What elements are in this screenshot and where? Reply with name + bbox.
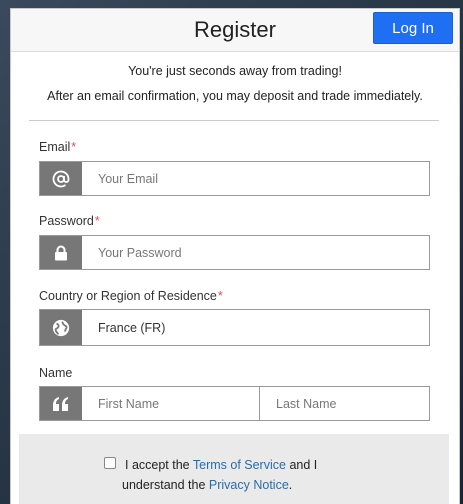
terms-prefix: I accept the xyxy=(125,458,190,472)
terms-panel: I accept the Terms of Service and I unde… xyxy=(19,434,449,504)
required-marker: * xyxy=(94,214,100,228)
name-label-text: Name xyxy=(39,366,73,380)
country-label: Country or Region of Residence* xyxy=(39,289,223,303)
quote-icon xyxy=(40,387,82,420)
accept-terms-checkbox[interactable] xyxy=(104,457,116,469)
country-select-value[interactable]: France (FR) xyxy=(82,310,429,345)
country-field-group[interactable]: France (FR) xyxy=(39,309,430,346)
terms-of-service-link[interactable]: Terms of Service xyxy=(193,458,286,472)
at-icon xyxy=(40,162,82,195)
email-label-text: Email xyxy=(39,140,71,154)
password-label: Password* xyxy=(39,214,100,228)
password-field-group xyxy=(39,235,430,270)
terms-suffix: . xyxy=(288,478,293,492)
password-label-text: Password xyxy=(39,214,94,228)
last-name-input[interactable] xyxy=(259,387,437,420)
name-field-group xyxy=(39,386,437,421)
dialog-header: Register Log In xyxy=(11,9,459,52)
intro-line-2: After an email confirmation, you may dep… xyxy=(47,89,423,103)
privacy-notice-link[interactable]: Privacy Notice xyxy=(209,478,289,492)
first-name-input[interactable] xyxy=(82,387,259,420)
email-input[interactable] xyxy=(82,162,429,195)
login-button[interactable]: Log In xyxy=(373,12,453,44)
globe-icon xyxy=(40,310,82,345)
required-marker: * xyxy=(71,140,77,154)
terms-line-1: I accept the Terms of Service and I xyxy=(125,458,317,472)
terms-line2-prefix: understand the xyxy=(122,478,206,492)
terms-line-2: understand the Privacy Notice. xyxy=(122,478,292,492)
name-label: Name xyxy=(39,366,72,380)
email-label: Email* xyxy=(39,140,76,154)
country-label-text: Country or Region of Residence xyxy=(39,289,217,303)
intro-line-1: You're just seconds away from trading! xyxy=(128,64,342,78)
terms-middle: and I xyxy=(289,458,318,472)
divider xyxy=(29,120,439,121)
lock-icon xyxy=(40,236,82,269)
required-marker: * xyxy=(217,289,223,303)
register-dialog: Register Log In You're just seconds away… xyxy=(10,8,460,504)
email-field-group xyxy=(39,161,430,196)
password-input[interactable] xyxy=(82,236,429,269)
